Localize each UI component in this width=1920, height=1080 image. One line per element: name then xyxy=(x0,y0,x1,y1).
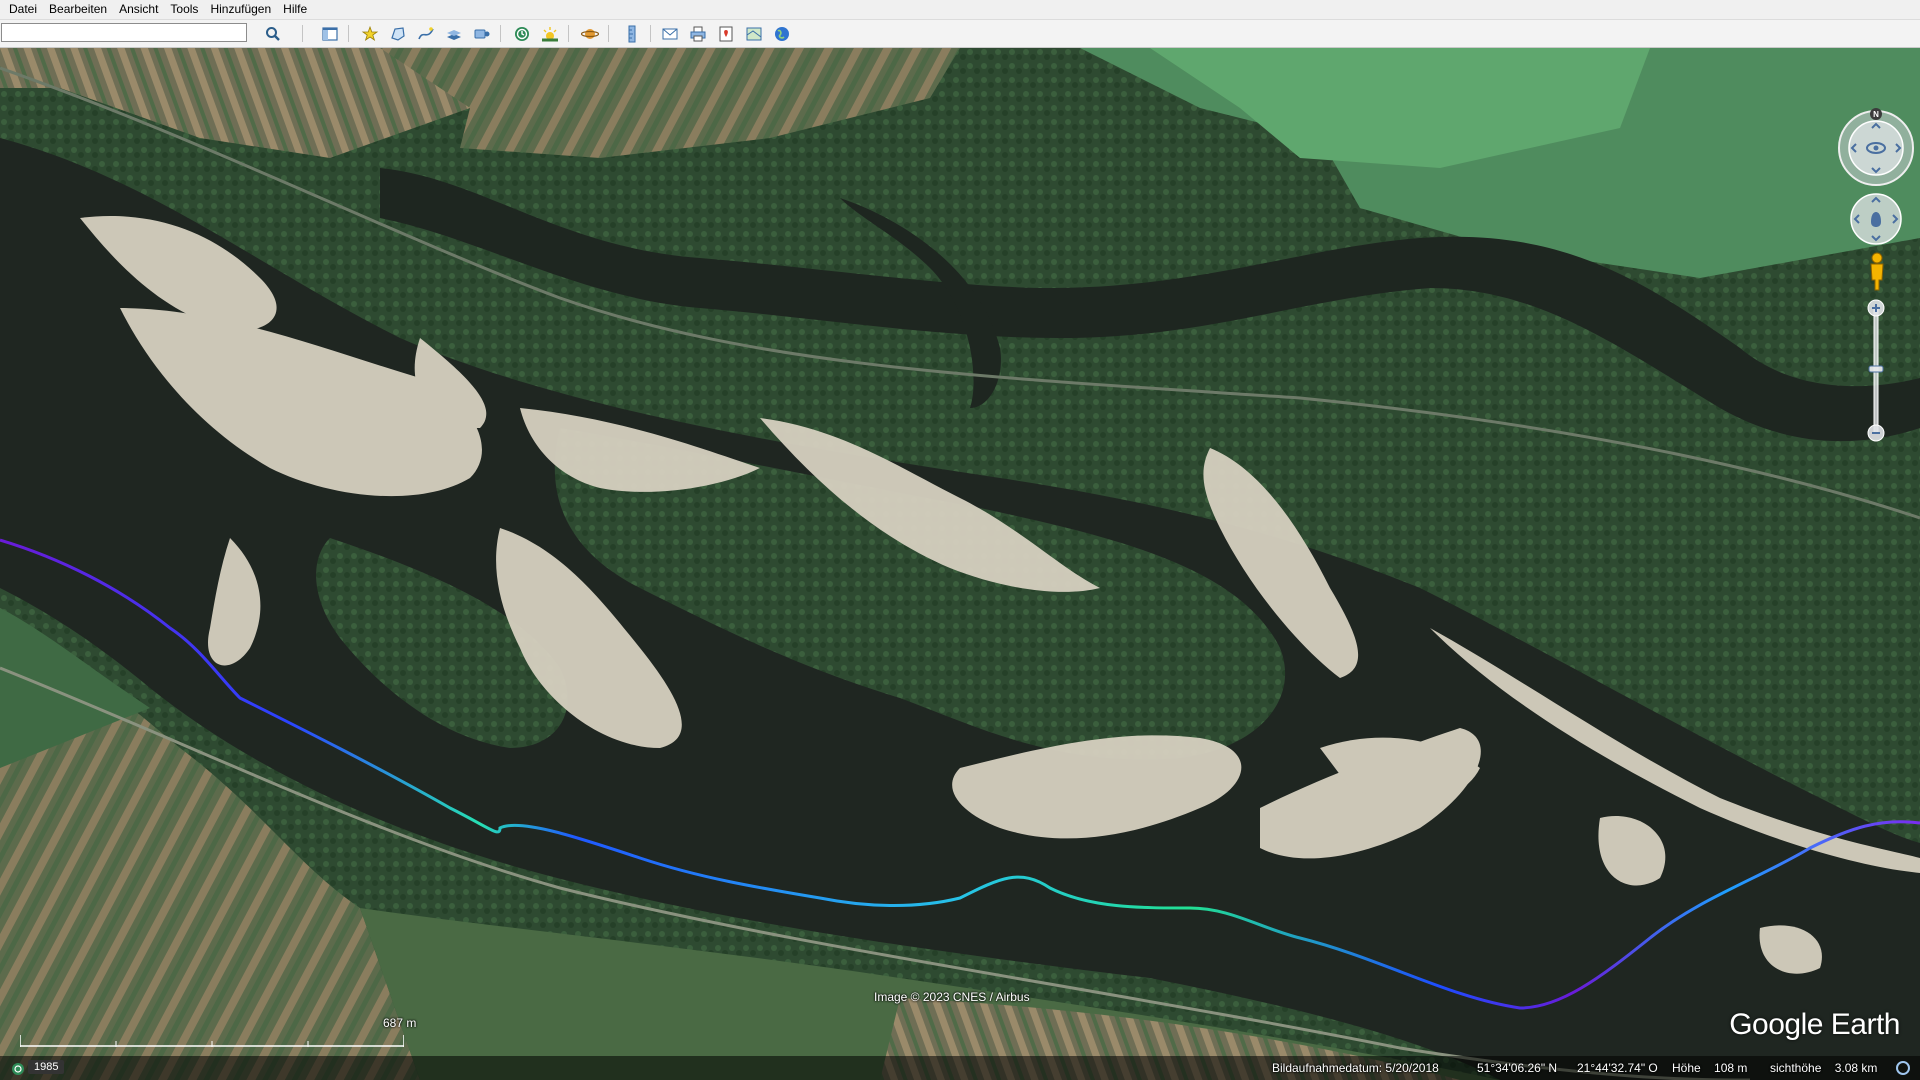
historical-year-badge[interactable]: 1985 xyxy=(28,1060,65,1074)
ruler-button[interactable] xyxy=(620,22,644,45)
menu-ansicht[interactable]: Ansicht xyxy=(113,0,164,19)
compass-north-label: N xyxy=(1873,110,1879,119)
menu-bearbeiten[interactable]: Bearbeiten xyxy=(43,0,113,19)
imagery-date: Bildaufnahmedatum: 5/20/2018 xyxy=(1272,1061,1439,1075)
earth-button[interactable] xyxy=(770,22,794,45)
add-polygon-button[interactable] xyxy=(386,22,410,45)
polygon-icon xyxy=(391,26,405,41)
email-button[interactable] xyxy=(658,22,682,45)
map-view[interactable]: Image © 2023 CNES / Airbus Google Earth … xyxy=(0,48,1920,1080)
pegman-icon[interactable] xyxy=(1865,252,1889,292)
add-path-button[interactable] xyxy=(414,22,438,45)
save-image-button[interactable] xyxy=(714,22,738,45)
imagery-copyright: Image © 2023 CNES / Airbus xyxy=(874,990,1030,1004)
sunlight-button[interactable] xyxy=(538,22,562,45)
historical-imagery-button[interactable] xyxy=(510,22,534,45)
record-tour-icon xyxy=(474,29,490,38)
eye-altitude-readout: sichthöhe 3.08 km xyxy=(1770,1061,1878,1075)
historical-imagery-icon[interactable] xyxy=(11,1062,25,1076)
search-button[interactable] xyxy=(261,22,285,45)
print-button[interactable] xyxy=(686,22,710,45)
latitude-readout: 51°34'06.26" N xyxy=(1477,1061,1558,1075)
record-tour-button[interactable] xyxy=(470,22,494,45)
elevation-readout: Höhe 108 m xyxy=(1672,1061,1748,1075)
look-joystick[interactable]: N xyxy=(1836,108,1916,188)
streaming-status-icon xyxy=(1896,1061,1910,1075)
sunlight-icon xyxy=(542,26,558,41)
historical-imagery-icon xyxy=(515,26,529,41)
earth-icon xyxy=(775,26,789,41)
menu-bar: Datei Bearbeiten Ansicht Tools Hinzufüge… xyxy=(0,0,1920,20)
image-overlay-icon xyxy=(447,29,461,40)
planets-button[interactable] xyxy=(578,22,602,45)
email-icon xyxy=(662,28,678,39)
move-joystick[interactable] xyxy=(1849,192,1903,246)
path-icon xyxy=(418,26,434,39)
sidebar-toggle-button[interactable] xyxy=(318,22,342,45)
menu-datei[interactable]: Datei xyxy=(0,0,43,19)
zoom-slider[interactable] xyxy=(1863,298,1889,443)
placemark-icon xyxy=(361,25,379,41)
longitude-readout: 21°44'32.74" O xyxy=(1577,1061,1658,1075)
google-earth-logo: Google Earth xyxy=(1729,1008,1900,1041)
view-in-maps-icon xyxy=(746,27,762,40)
search-icon xyxy=(266,26,280,41)
save-image-icon xyxy=(719,26,733,41)
menu-hinzufuegen[interactable]: Hinzufügen xyxy=(204,0,277,19)
zoom-slider-thumb[interactable] xyxy=(1868,365,1884,373)
toolbar xyxy=(0,20,1920,48)
menu-hilfe[interactable]: Hilfe xyxy=(277,0,313,19)
satellite-imagery[interactable] xyxy=(0,48,1920,1080)
add-image-overlay-button[interactable] xyxy=(442,22,466,45)
menu-tools[interactable]: Tools xyxy=(164,0,204,19)
sidebar-toggle-icon xyxy=(322,26,338,41)
search-input[interactable] xyxy=(1,23,247,42)
view-in-maps-button[interactable] xyxy=(742,22,766,45)
print-icon xyxy=(690,26,706,41)
scale-label: 687 m xyxy=(383,1016,417,1030)
ruler-icon xyxy=(628,25,636,42)
planets-icon xyxy=(581,28,599,39)
add-placemark-button[interactable] xyxy=(358,22,382,45)
scale-bar xyxy=(20,1035,404,1047)
